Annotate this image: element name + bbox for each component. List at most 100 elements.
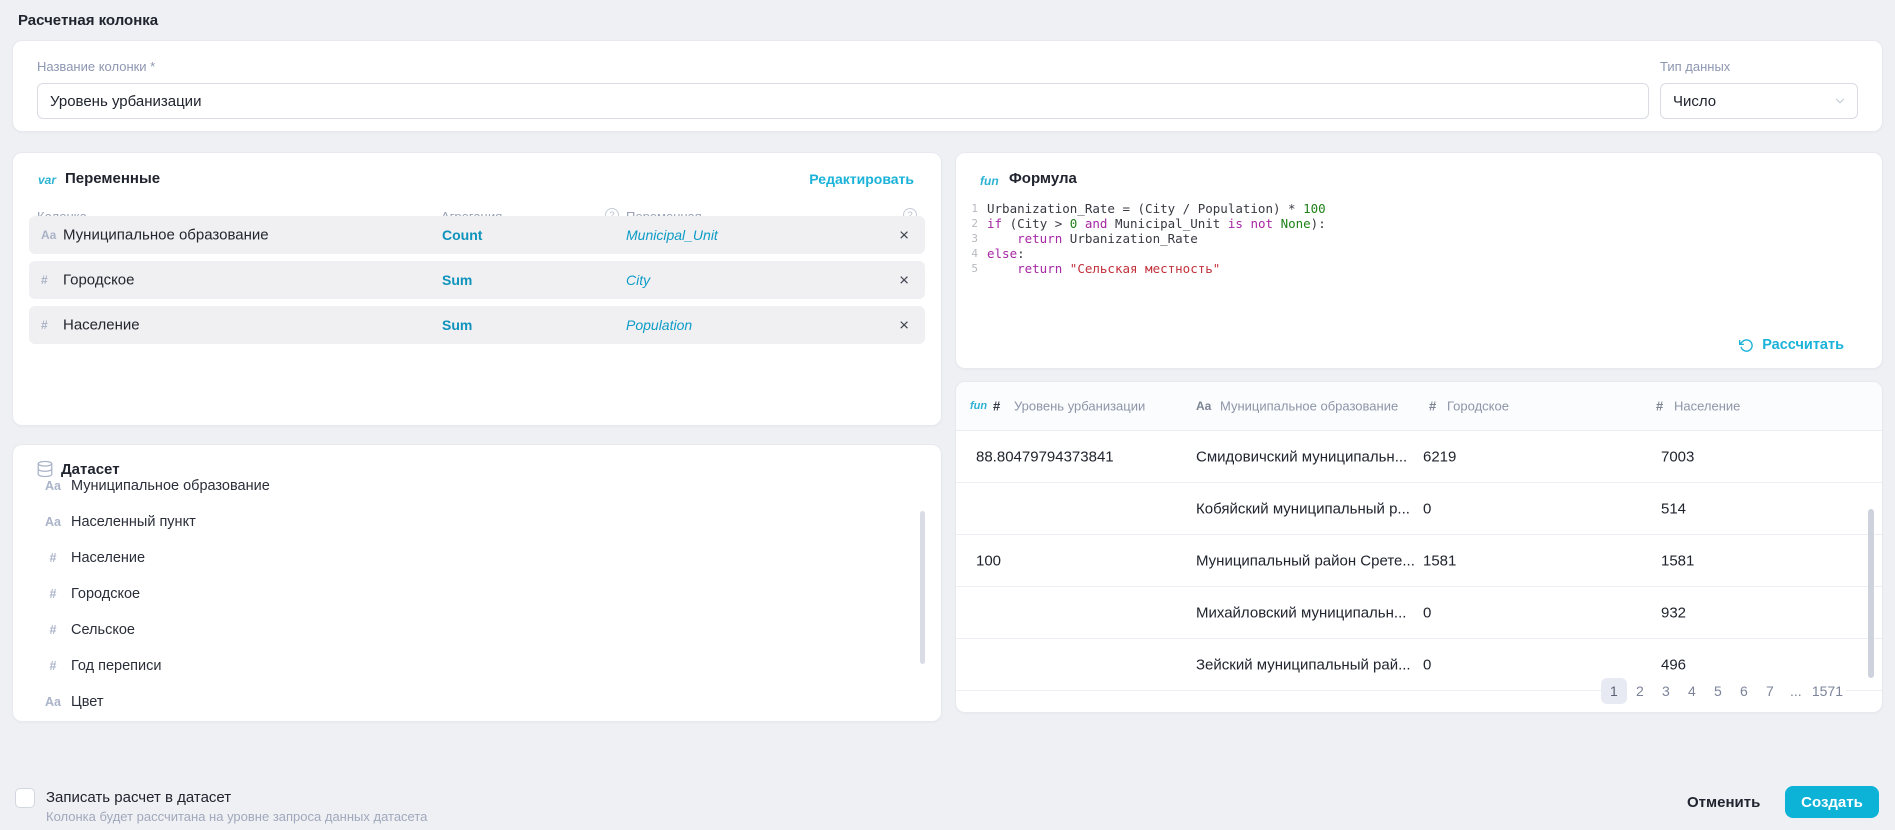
var-badge-icon: var [38, 173, 56, 187]
cell-population: 1581 [1661, 552, 1694, 569]
code-text: return Urbanization_Rate [987, 231, 1198, 246]
variables-rows: Aa Муниципальное образование Count Munic… [29, 216, 925, 351]
variable-name[interactable]: City [626, 272, 650, 288]
page-button[interactable]: 3 [1653, 678, 1679, 704]
variable-column-name: Население [63, 317, 140, 334]
cell-city: 1581 [1423, 552, 1456, 569]
cancel-button[interactable]: Отменить [1679, 786, 1768, 818]
number-type-icon: # [41, 273, 48, 287]
cell-calc: 88.80479794373841 [976, 448, 1114, 465]
page-title: Расчетная колонка [18, 12, 158, 29]
code-line: 3 return Urbanization_Rate [956, 231, 1862, 246]
number-type-icon: # [41, 587, 65, 601]
dataset-field[interactable]: # Городское [13, 576, 941, 612]
dataset-field-label: Цвет [71, 694, 104, 710]
page-button[interactable]: 2 [1627, 678, 1653, 704]
column-settings-card: Название колонки * Тип данных Число [12, 40, 1883, 132]
remove-variable-icon[interactable]: × [899, 272, 909, 289]
dataset-list: Aa Муниципальное образование Aa Населенн… [13, 475, 941, 715]
code-text: if (City > 0 and Municipal_Unit is not N… [987, 216, 1326, 231]
line-number: 1 [956, 202, 978, 215]
page-button[interactable]: 1571 [1809, 678, 1846, 704]
remove-variable-icon[interactable]: × [899, 227, 909, 244]
variable-row: # Городское Sum City × [29, 261, 925, 299]
write-to-dataset-checkbox[interactable] [15, 788, 35, 808]
preview-col-unit: Муниципальное образование [1220, 399, 1398, 414]
page-button[interactable]: 6 [1731, 678, 1757, 704]
variable-name[interactable]: Municipal_Unit [626, 227, 718, 243]
preview-rows: 88.80479794373841 Смидовичский муниципал… [956, 431, 1882, 691]
cell-population: 7003 [1661, 448, 1694, 465]
column-name-input[interactable] [37, 83, 1649, 119]
text-type-icon: Aa [41, 695, 65, 709]
page-button[interactable]: 4 [1679, 678, 1705, 704]
variables-panel: var Переменные Редактировать Колонка Агр… [12, 152, 942, 426]
write-to-dataset-label: Записать расчет в датасет [46, 789, 231, 806]
dataset-field-label: Сельское [71, 622, 135, 638]
number-type-icon: # [993, 399, 1000, 414]
cell-city: 0 [1423, 656, 1431, 673]
aggregation-value[interactable]: Sum [442, 317, 472, 333]
cell-city: 6219 [1423, 448, 1456, 465]
dataset-field[interactable]: Aa Муниципальное образование [13, 475, 941, 504]
dataset-scrollbar[interactable] [920, 511, 925, 664]
line-number: 2 [956, 217, 978, 230]
fun-badge-icon: fun [980, 174, 999, 188]
code-text: return "Сельская местность" [987, 261, 1220, 276]
text-type-icon: Aa [41, 228, 56, 242]
calculate-button[interactable]: Рассчитать [1739, 337, 1844, 353]
cell-population: 496 [1661, 656, 1686, 673]
number-type-icon: # [1656, 399, 1663, 414]
table-row: Кобяйский муниципальный р... 0 514 [956, 483, 1882, 535]
number-type-icon: # [1429, 399, 1436, 414]
dataset-field-label: Год переписи [71, 658, 161, 674]
edit-variables-link[interactable]: Редактировать [809, 171, 914, 187]
remove-variable-icon[interactable]: × [899, 317, 909, 334]
variable-column-name: Городское [63, 272, 134, 289]
dataset-field-label: Население [71, 550, 145, 566]
table-row: Михайловский муниципальн... 0 932 [956, 587, 1882, 639]
number-type-icon: # [41, 659, 65, 673]
variable-name[interactable]: Population [626, 317, 692, 333]
cell-city: 0 [1423, 500, 1431, 517]
cell-unit: Михайловский муниципальн... [1196, 604, 1406, 621]
fun-badge-icon: fun [970, 400, 987, 412]
aggregation-value[interactable]: Sum [442, 272, 472, 288]
formula-code-editor[interactable]: 1 Urbanization_Rate = (City / Population… [956, 201, 1862, 276]
dataset-field[interactable]: Aa Населенный пункт [13, 504, 941, 540]
text-type-icon: Aa [1196, 399, 1211, 413]
dataset-field[interactable]: # Сельское [13, 612, 941, 648]
cell-population: 514 [1661, 500, 1686, 517]
preview-col-city: Городское [1447, 399, 1509, 414]
code-line: 1 Urbanization_Rate = (City / Population… [956, 201, 1862, 216]
cell-city: 0 [1423, 604, 1431, 621]
pagination: 1234567...1571 [1601, 678, 1846, 704]
aggregation-value[interactable]: Count [442, 227, 482, 243]
code-text: else: [987, 246, 1025, 261]
dataset-field[interactable]: # Население [13, 540, 941, 576]
cell-unit: Кобяйский муниципальный р... [1196, 500, 1410, 517]
page-button[interactable]: 5 [1705, 678, 1731, 704]
dataset-field[interactable]: Aa Цвет [13, 684, 941, 715]
dataset-field-list: Aa Муниципальное образование Aa Населенн… [13, 475, 941, 715]
page-button[interactable]: 7 [1757, 678, 1783, 704]
number-type-icon: # [41, 318, 48, 332]
create-button[interactable]: Создать [1785, 786, 1879, 818]
code-line: 4 else: [956, 246, 1862, 261]
dataset-field[interactable]: # Год переписи [13, 648, 941, 684]
formula-title: Формула [1009, 170, 1077, 187]
page-button[interactable]: 1 [1601, 678, 1627, 704]
preview-scrollbar[interactable] [1868, 509, 1874, 678]
text-type-icon: Aa [41, 515, 65, 529]
preview-col-calc: Уровень урбанизации [1014, 399, 1145, 414]
data-type-label: Тип данных [1660, 59, 1730, 74]
line-number: 4 [956, 247, 978, 260]
preview-col-population: Население [1674, 399, 1740, 414]
variable-row: # Население Sum Population × [29, 306, 925, 344]
chevron-down-icon [1833, 94, 1847, 108]
line-number: 3 [956, 232, 978, 245]
dataset-field-label: Городское [71, 586, 140, 602]
cell-calc: 100 [976, 552, 1001, 569]
preview-table-panel: fun # Уровень урбанизации Aa Муниципальн… [955, 381, 1883, 713]
data-type-select[interactable]: Число [1660, 83, 1858, 119]
